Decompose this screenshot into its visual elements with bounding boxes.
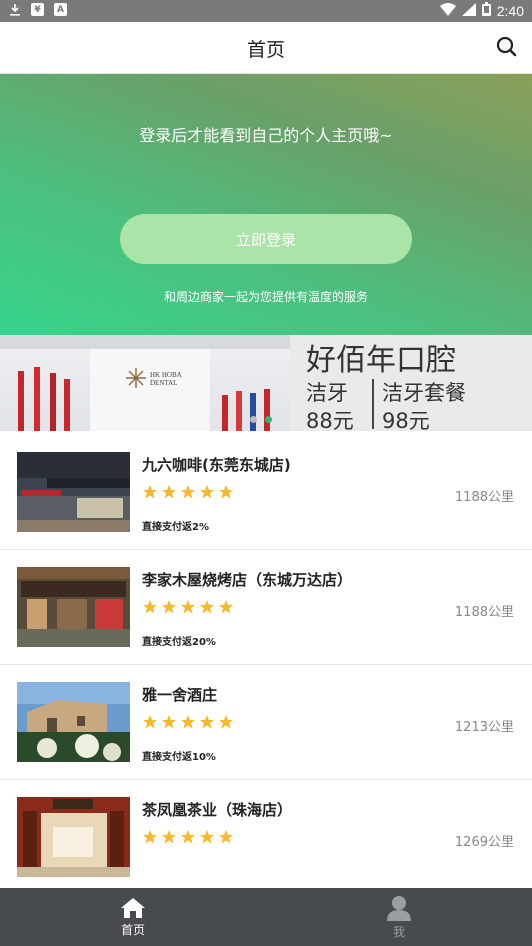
banner-offer-1-price: 88元: [306, 409, 354, 431]
rating-stars: [142, 484, 234, 500]
flag-decoration: [18, 371, 24, 431]
star-icon: [162, 830, 176, 844]
shop-distance: 1269公里: [454, 835, 514, 850]
page-title: 首页: [246, 39, 285, 61]
flag-decoration: [264, 389, 270, 431]
star-icon: [162, 485, 176, 499]
shop-distance: 1213公里: [454, 720, 514, 735]
wifi-icon: [439, 2, 456, 20]
shop-distance: 1188公里: [454, 490, 514, 505]
banner-divider: [372, 379, 374, 429]
tab-me-label: 我: [392, 924, 405, 939]
a-icon: A: [54, 3, 67, 16]
star-icon: [181, 485, 195, 499]
star-icon: [143, 600, 157, 614]
star-icon: [219, 715, 233, 729]
banner-clinic-photo: HK HOBA DENTAL: [0, 335, 290, 431]
shop-distance: 1188公里: [454, 605, 514, 620]
tab-home[interactable]: 首页: [0, 888, 266, 946]
flag-decoration: [64, 379, 70, 431]
star-icon: [219, 830, 233, 844]
star-icon: [143, 485, 157, 499]
shop-thumbnail: [17, 452, 130, 532]
tab-home-label: 首页: [120, 922, 145, 937]
flag-decoration: [236, 391, 242, 431]
shop-item[interactable]: 九六咖啡(东莞东城店) 1188公里 直接支付返2%: [0, 435, 532, 550]
shop-item[interactable]: 李家木屋烧烤店（东城万达店） 1188公里 直接支付返20%: [0, 550, 532, 665]
clinic-logo-icon: [126, 368, 146, 388]
status-bar: ¥ A 2:40: [0, 0, 532, 22]
shop-item[interactable]: 茶凤凰茶业（珠海店） 1269公里: [0, 780, 532, 888]
shop-item[interactable]: 雅一舍酒庄 1213公里 直接支付返10%: [0, 665, 532, 780]
tab-me[interactable]: 我: [266, 888, 532, 946]
clinic-brand-line1: HK HOBA: [150, 371, 182, 379]
login-button[interactable]: 立即登录: [120, 214, 412, 264]
shop-list: 九六咖啡(东莞东城店) 1188公里 直接支付返2% 李家木屋烧烤店（东城万达店…: [0, 435, 532, 888]
battery-icon: [481, 2, 491, 20]
star-icon: [143, 715, 157, 729]
banner-promo-text: 好佰年口腔 洁牙 88元 洁牙套餐 98元: [290, 335, 532, 431]
shop-thumbnail: [17, 567, 130, 647]
cashback-text: 直接支付返2%: [142, 522, 209, 533]
flag-decoration: [50, 373, 56, 431]
status-time: 2:40: [496, 3, 524, 19]
shop-name: 茶凤凰茶业（珠海店）: [142, 801, 293, 819]
yen-icon: ¥: [31, 3, 44, 16]
star-icon: [200, 485, 214, 499]
flag-decoration: [34, 367, 40, 431]
star-icon: [219, 485, 233, 499]
top-header: 首页: [0, 22, 532, 74]
star-icon: [162, 715, 176, 729]
shop-name: 九六咖啡(东莞东城店): [142, 456, 291, 474]
login-hero-panel: 登录后才能看到自己的个人主页哦~ 立即登录 和周边商家一起为您提供有温度的服务: [0, 74, 532, 335]
flag-decoration: [222, 395, 228, 431]
search-icon: [496, 36, 517, 57]
cashback-text: 直接支付返10%: [142, 752, 216, 763]
login-prompt-text: 登录后才能看到自己的个人主页哦~: [139, 126, 393, 145]
bottom-tab-bar: 首页 我: [0, 888, 532, 946]
star-icon: [181, 600, 195, 614]
star-icon: [219, 600, 233, 614]
signal-icon: [461, 2, 476, 20]
shop-name: 李家木屋烧烤店（东城万达店）: [142, 571, 353, 589]
carousel-dot-active[interactable]: [265, 416, 272, 423]
shop-thumbnail: [17, 797, 130, 877]
star-icon: [143, 830, 157, 844]
cashback-text: 直接支付返20%: [142, 637, 216, 648]
star-icon: [200, 830, 214, 844]
search-button[interactable]: [494, 34, 520, 60]
star-icon: [200, 715, 214, 729]
star-icon: [181, 715, 195, 729]
shop-thumbnail: [17, 682, 130, 762]
rating-stars: [142, 829, 234, 845]
banner-title: 好佰年口腔: [306, 343, 456, 378]
person-icon: [387, 895, 411, 921]
service-slogan: 和周边商家一起为您提供有温度的服务: [163, 290, 368, 304]
shop-name: 雅一舍酒庄: [142, 686, 218, 704]
clinic-brand: HK HOBA DENTAL: [150, 371, 182, 387]
banner-offer-1-label: 洁牙: [306, 381, 348, 405]
download-icon: [8, 3, 21, 16]
rating-stars: [142, 599, 234, 615]
star-icon: [162, 600, 176, 614]
banner-offer-2-price: 98元: [382, 409, 430, 431]
flag-decoration: [250, 393, 256, 431]
banner-offer-2-label: 洁牙套餐: [382, 381, 466, 405]
home-icon: [121, 897, 145, 918]
rating-stars: [142, 714, 234, 730]
clinic-brand-line2: DENTAL: [150, 379, 178, 387]
carousel-indicator: [250, 416, 272, 423]
carousel-dot[interactable]: [250, 416, 257, 423]
star-icon: [181, 830, 195, 844]
star-icon: [200, 600, 214, 614]
